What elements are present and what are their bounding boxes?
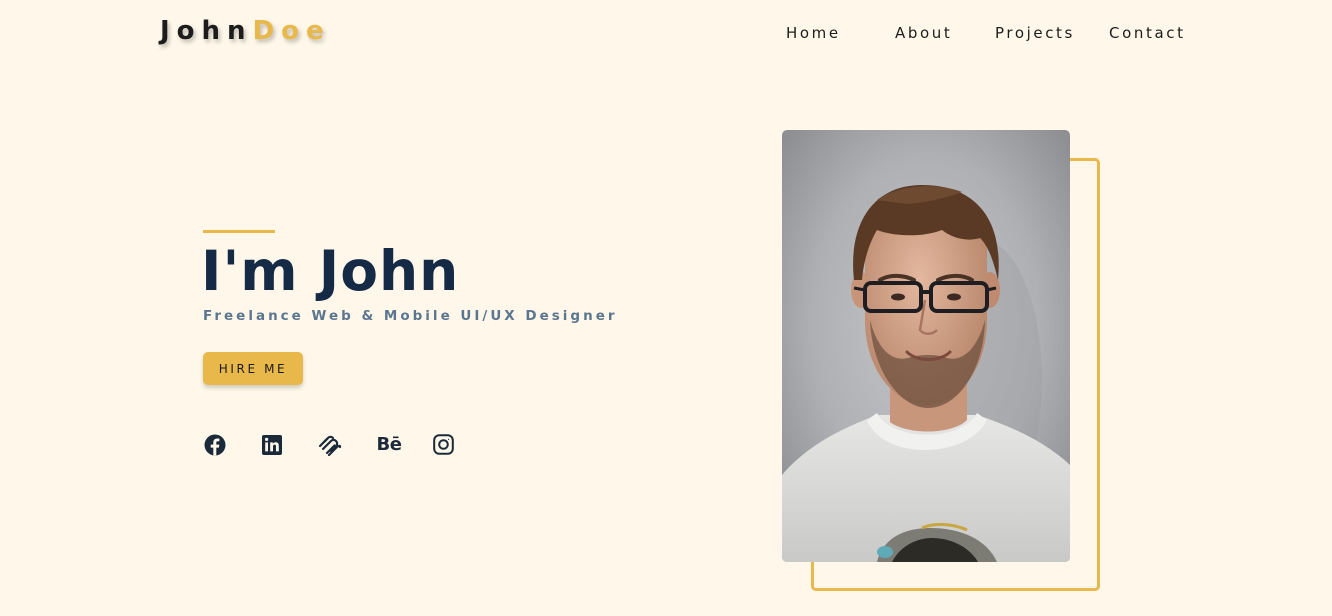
portrait-photo	[782, 130, 1070, 562]
nav-link-about[interactable]: About	[895, 24, 952, 42]
nav-link-contact[interactable]: Contact	[1109, 24, 1186, 42]
site-logo[interactable]: JohnDoe	[160, 16, 331, 46]
nav-link-projects[interactable]: Projects	[995, 24, 1075, 42]
logo-last-name: Doe	[252, 16, 331, 46]
hero-subtitle: Freelance Web & Mobile UI/UX Designer	[203, 308, 618, 324]
squarespace-icon[interactable]	[317, 433, 343, 456]
behance-glyph: Bē	[376, 434, 402, 455]
hero-title: I'm John	[201, 239, 460, 303]
linkedin-icon[interactable]	[260, 433, 283, 456]
main-nav: Home About Projects Contact	[760, 24, 1220, 44]
behance-icon[interactable]: Bē	[375, 433, 403, 456]
facebook-icon[interactable]	[203, 433, 226, 456]
nav-link-home[interactable]: Home	[786, 24, 841, 42]
instagram-icon[interactable]	[432, 433, 455, 456]
hire-me-button[interactable]: HIRE ME	[203, 352, 303, 385]
social-links: Bē	[203, 433, 463, 457]
title-accent-line	[203, 230, 275, 233]
logo-first-name: John	[160, 16, 253, 46]
